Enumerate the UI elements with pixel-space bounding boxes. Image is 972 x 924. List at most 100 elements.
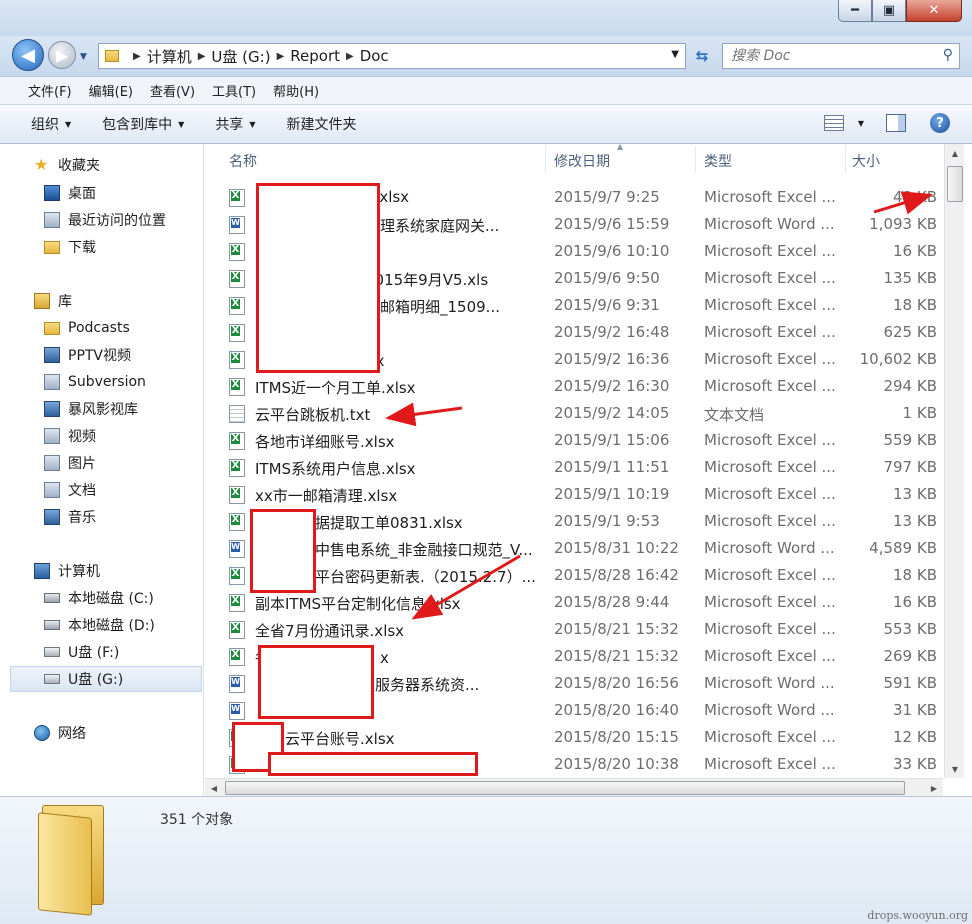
sidebar-item-videos[interactable]: 视频 [0,423,204,449]
excel-file-icon [229,648,245,666]
search-input[interactable] [723,44,923,68]
sidebar-item-computer[interactable]: 计算机 [0,558,204,584]
sidebar-item-baofeng[interactable]: 暴风影视库 [0,396,204,422]
window-controls: ━ ▣ ✕ [838,0,962,22]
menu-tools[interactable]: 工具(T) [212,81,256,100]
scroll-thumb[interactable] [947,166,963,202]
table-row[interactable]: 云平台账号.xlsx 2015/8/20 15:15 Microsoft Excel… [205,724,943,751]
column-header-date[interactable]: 修改日期 [554,151,610,171]
include-in-library-button[interactable]: 包含到库中 ▼ [102,114,184,134]
scroll-right-icon[interactable]: ▶ [925,779,943,797]
column-divider[interactable] [845,146,846,172]
history-dropdown-icon[interactable]: ▼ [80,52,87,62]
help-icon[interactable]: ? [930,113,950,133]
sidebar-item-music[interactable]: 音乐 [0,504,204,530]
column-header-size[interactable]: 大小 [852,151,880,171]
view-options-icon[interactable] [823,115,844,131]
breadcrumb-usb-g[interactable]: U盘 (G:) [211,46,270,67]
table-row[interactable]: 全省7月份通讯录.xlsx 2015/8/21 15:32 Microsoft Ex… [205,616,943,643]
scroll-left-icon[interactable]: ◀ [205,779,223,797]
address-dropdown-icon[interactable]: ▼ [671,49,679,60]
column-header-name[interactable]: 名称 [229,151,257,171]
redaction-box [256,183,380,373]
file-name-visible-start: 全省7月份通讯录.xlsx [255,622,405,640]
close-button[interactable]: ✕ [906,0,962,22]
menu-view[interactable]: 查看(V) [150,81,195,100]
column-divider[interactable] [695,146,696,172]
file-name: 各地市详细账号.xlsx [255,431,395,452]
breadcrumb-report[interactable]: Report [290,47,340,65]
file-type: Microsoft Excel ... [704,620,836,638]
forward-button[interactable]: ▶ [48,41,76,69]
new-folder-button[interactable]: 新建文件夹 [286,114,356,134]
menu-file[interactable]: 文件(F) [28,81,72,100]
sidebar-item-usb-f[interactable]: U盘 (F:) [0,639,204,665]
search-box[interactable]: ⚲ [722,43,960,69]
redaction-box [268,752,478,776]
horizontal-scrollbar[interactable]: ◀ ▶ [205,778,943,796]
file-name-visible-end: 平台密码更新表.（2015.2.7）... [315,568,536,586]
table-row[interactable]: ITMS系统用户信息.xlsx 2015/9/1 11:51 Microsoft E… [205,454,943,481]
table-row[interactable]: 各地市详细账号.xlsx 2015/9/1 15:06 Microsoft Exce… [205,427,943,454]
sidebar-item-favorites[interactable]: ★ 收藏夹 [0,152,204,178]
search-icon[interactable]: ⚲ [943,47,953,63]
sidebar-item-libraries[interactable]: 库 [0,288,204,314]
chevron-right-icon[interactable]: ▶ [277,51,285,62]
refresh-icon[interactable]: ⇆ [690,43,714,69]
maximize-button[interactable]: ▣ [872,0,906,22]
file-name-visible-end: 云平台账号.xlsx [285,730,395,748]
minimize-button[interactable]: ━ [838,0,872,22]
excel-file-icon [229,189,245,207]
file-type: Microsoft Excel ... [704,350,836,368]
share-button[interactable]: 共享 ▼ [215,114,255,134]
sidebar-item-network[interactable]: 网络 [0,720,204,746]
vertical-scrollbar[interactable]: ▲ ▼ [944,144,964,778]
sidebar-item-drive-d[interactable]: 本地磁盘 (D:) [0,612,204,638]
scroll-thumb-horizontal[interactable] [225,781,905,795]
sidebar-item-podcasts[interactable]: Podcasts [0,315,204,341]
organize-button[interactable]: 组织 ▼ [31,114,71,134]
scroll-up-icon[interactable]: ▲ [945,144,965,162]
sidebar-item-drive-c[interactable]: 本地磁盘 (C:) [0,585,204,611]
chevron-right-icon[interactable]: ▶ [346,51,354,62]
sidebar-item-downloads[interactable]: 下载 [0,234,204,260]
scroll-down-icon[interactable]: ▼ [945,760,965,778]
file-name: 云平台跳板机.txt [255,404,370,425]
chevron-right-icon[interactable]: ▶ [133,51,141,62]
menu-help[interactable]: 帮助(H) [273,81,319,100]
table-row[interactable]: 云平台跳板机.txt 2015/9/2 14:05 文本文档 1 KB [205,400,943,427]
sidebar-item-label: 网络 [58,726,86,742]
sidebar-item-pictures[interactable]: 图片 [0,450,204,476]
file-size: 1,093 KB [869,215,937,233]
caret-down-icon: ▼ [178,119,185,129]
video-library-icon [44,428,60,444]
sidebar-item-label: PPTV视频 [68,348,132,364]
preview-pane-icon[interactable] [886,114,906,132]
view-options-dropdown-icon[interactable]: ▼ [858,119,864,128]
file-type: Microsoft Excel ... [704,296,836,314]
library-icon [34,293,50,309]
table-row[interactable]: ITMS近一个月工单.xlsx 2015/9/2 16:30 Microsoft E… [205,373,943,400]
column-header-type[interactable]: 类型 [704,151,732,171]
table-row[interactable]: xx市一邮箱清理.xlsx 2015/9/1 10:19 Microsoft Exc… [205,481,943,508]
column-divider[interactable] [545,146,546,172]
table-row[interactable]: 副本ITMS平台定制化信息.xlsx 2015/8/28 9:44 Microsof… [205,589,943,616]
sidebar-item-documents[interactable]: 文档 [0,477,204,503]
breadcrumb-computer[interactable]: 计算机 [147,46,192,67]
sidebar-item-pptv[interactable]: PPTV视频 [0,342,204,368]
menu-bar: 文件(F) 编辑(E) 查看(V) 工具(T) 帮助(H) [0,76,972,104]
back-button[interactable]: ◀ [12,39,44,71]
file-size: 4,589 KB [869,539,937,557]
sidebar-item-desktop[interactable]: 桌面 [0,180,204,206]
sidebar-item-label: Podcasts [68,320,130,336]
sidebar-item-usb-g[interactable]: U盘 (G:) [10,666,202,692]
address-bar[interactable]: ▶ 计算机 ▶ U盘 (G:) ▶ Report ▶ Doc ▼ [98,43,686,69]
menu-edit[interactable]: 编辑(E) [89,81,133,100]
sidebar-item-subversion[interactable]: Subversion [0,369,204,395]
chevron-right-icon[interactable]: ▶ [198,51,206,62]
redaction-box [258,645,374,719]
sidebar-item-label: 收藏夹 [58,158,100,174]
computer-icon [34,563,50,579]
breadcrumb-doc[interactable]: Doc [360,47,389,65]
sidebar-item-recent-places[interactable]: 最近访问的位置 [0,207,204,233]
